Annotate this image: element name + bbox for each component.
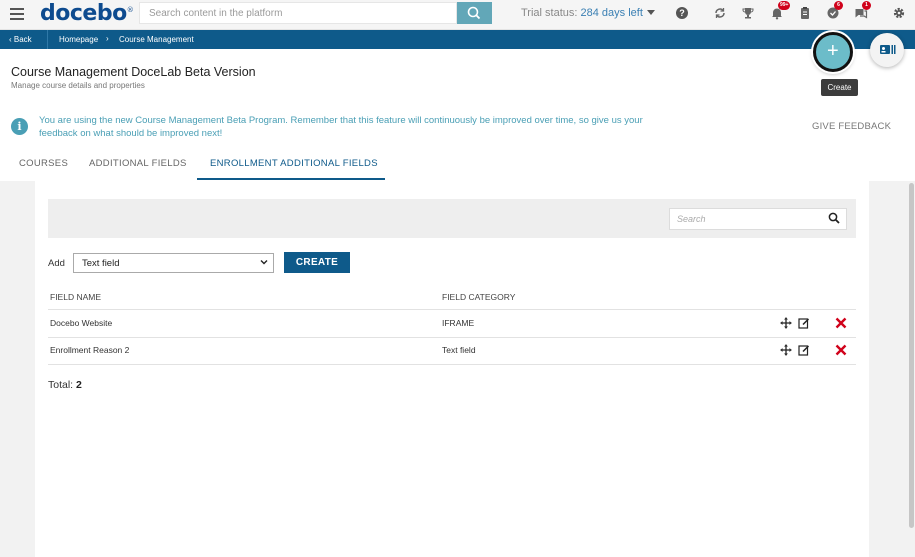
create-button[interactable]: CREATE bbox=[284, 252, 350, 273]
breadcrumb: ‹ Back Homepage › Course Management bbox=[0, 30, 915, 49]
tab-additional-fields[interactable]: ADDITIONAL FIELDS bbox=[89, 158, 187, 169]
logo-mark: ® bbox=[126, 6, 134, 14]
plus-icon: + bbox=[827, 40, 839, 62]
trial-status[interactable]: Trial status: 284 days left bbox=[521, 7, 655, 19]
column-header-field-name[interactable]: FIELD NAME bbox=[50, 292, 101, 302]
messages-badge: 1 bbox=[862, 1, 871, 10]
table-row-name: Docebo Website bbox=[50, 318, 113, 328]
page-subtitle: Manage course details and properties bbox=[11, 81, 145, 90]
fields-search-input[interactable]: Search bbox=[669, 208, 847, 230]
info-icon: i bbox=[11, 118, 28, 135]
clipboard-icon[interactable] bbox=[798, 6, 812, 20]
caret-down-icon bbox=[646, 10, 655, 15]
total-count: Total: 2 bbox=[48, 379, 82, 391]
total-label: Total: bbox=[48, 379, 74, 391]
breadcrumb-divider bbox=[47, 30, 48, 49]
table-row-category: IFRAME bbox=[442, 318, 475, 328]
chevron-right-icon: › bbox=[106, 34, 109, 43]
move-icon[interactable] bbox=[780, 344, 792, 356]
trial-label: Trial status: bbox=[521, 7, 578, 19]
page-title: Course Management DoceLab Beta Version bbox=[11, 65, 256, 79]
give-feedback-link[interactable]: GIVE FEEDBACK bbox=[812, 121, 891, 132]
delete-icon[interactable] bbox=[835, 317, 847, 329]
logo[interactable]: docebo® bbox=[40, 1, 134, 26]
menu-icon[interactable] bbox=[10, 8, 24, 20]
field-type-selected: Text field bbox=[82, 258, 120, 269]
tasks-badge: 6 bbox=[834, 1, 843, 10]
move-icon[interactable] bbox=[780, 317, 792, 329]
tasks-button[interactable]: 6 bbox=[826, 1, 843, 20]
table-divider bbox=[48, 364, 856, 365]
notifications-badge: 99+ bbox=[778, 1, 791, 10]
create-fab-button[interactable]: + bbox=[813, 32, 853, 72]
edit-icon[interactable] bbox=[798, 344, 810, 356]
page-scrollbar[interactable] bbox=[909, 183, 914, 528]
gear-icon[interactable] bbox=[892, 6, 906, 20]
add-label: Add bbox=[48, 258, 65, 269]
tab-enrollment-additional-fields[interactable]: ENROLLMENT ADDITIONAL FIELDS bbox=[210, 158, 378, 169]
field-type-select[interactable]: Text field bbox=[73, 253, 274, 273]
table-row-category: Text field bbox=[442, 345, 476, 355]
delete-icon[interactable] bbox=[835, 344, 847, 356]
edit-icon[interactable] bbox=[798, 317, 810, 329]
column-header-field-category[interactable]: FIELD CATEGORY bbox=[442, 292, 515, 302]
catalog-fab-button[interactable] bbox=[870, 33, 904, 67]
create-tooltip: Create bbox=[821, 79, 858, 96]
table-divider bbox=[48, 309, 856, 310]
platform-search-button[interactable] bbox=[457, 2, 492, 24]
search-icon[interactable] bbox=[828, 212, 840, 224]
tab-courses[interactable]: COURSES bbox=[19, 158, 68, 169]
back-label: Back bbox=[13, 35, 32, 44]
trial-days: 284 days left bbox=[580, 7, 643, 19]
back-button[interactable]: ‹ Back bbox=[9, 35, 32, 44]
top-bar: docebo® Search content in the platform T… bbox=[0, 0, 915, 30]
active-tab-indicator bbox=[197, 178, 385, 180]
table-row-name: Enrollment Reason 2 bbox=[50, 345, 130, 355]
trophy-icon[interactable] bbox=[741, 6, 755, 20]
beta-info-message: You are using the new Course Management … bbox=[39, 115, 643, 139]
id-card-icon bbox=[880, 45, 896, 54]
sync-icon[interactable] bbox=[713, 6, 727, 20]
platform-search-input[interactable]: Search content in the platform bbox=[139, 2, 457, 24]
help-icon[interactable]: ? bbox=[675, 6, 689, 20]
search-icon bbox=[467, 6, 481, 20]
table-divider bbox=[48, 337, 856, 338]
total-value: 2 bbox=[76, 379, 82, 391]
messages-button[interactable]: 1 bbox=[854, 1, 871, 20]
logo-text: docebo bbox=[40, 1, 127, 26]
breadcrumb-homepage[interactable]: Homepage bbox=[59, 35, 98, 44]
notifications-button[interactable]: 99+ bbox=[770, 1, 791, 20]
breadcrumb-course-management: Course Management bbox=[119, 35, 194, 44]
svg-text:?: ? bbox=[679, 8, 685, 18]
chevron-down-icon bbox=[260, 260, 268, 265]
